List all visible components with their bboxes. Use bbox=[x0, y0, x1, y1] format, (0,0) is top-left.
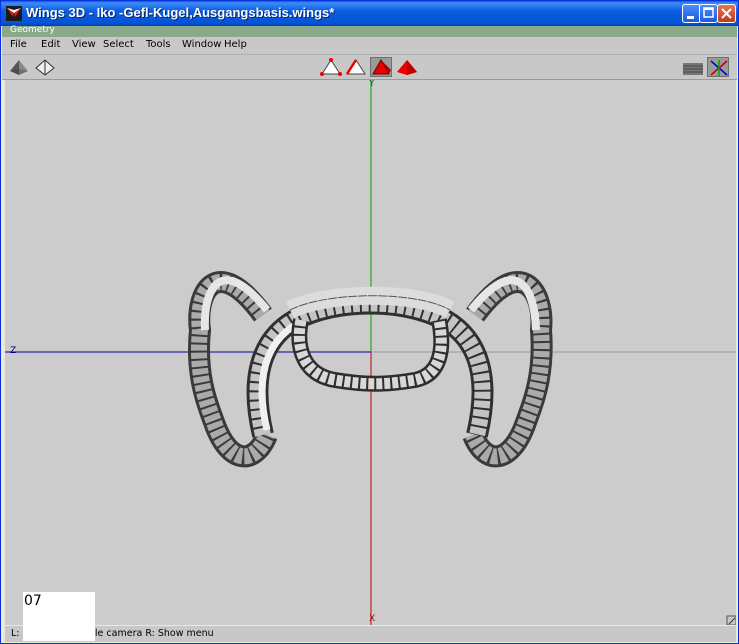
toolbar bbox=[2, 55, 737, 80]
status-bar: L: Select M: Tumble camera R: Show menu bbox=[5, 626, 736, 642]
smooth-shaded-icon[interactable] bbox=[8, 57, 30, 77]
scene-canvas[interactable]: Y Z X bbox=[5, 80, 736, 625]
menu-view[interactable]: View bbox=[72, 39, 96, 50]
frame-counter: 07 bbox=[24, 593, 42, 609]
maximize-icon bbox=[703, 7, 714, 18]
menu-bar: File Edit View Select Tools Window Help bbox=[2, 37, 737, 55]
vertex-mode-icon[interactable] bbox=[320, 57, 342, 77]
menu-file[interactable]: File bbox=[10, 39, 27, 50]
face-mode-icon[interactable] bbox=[370, 57, 392, 77]
mode-bar: Geometry bbox=[2, 25, 737, 37]
edge-mode-icon[interactable] bbox=[345, 57, 367, 77]
3d-viewport[interactable]: Y Z X bbox=[5, 80, 736, 625]
z-axis-label: Z bbox=[10, 346, 16, 356]
menu-help[interactable]: Help bbox=[224, 39, 247, 50]
mesh-model[interactable] bbox=[188, 271, 553, 468]
close-icon bbox=[721, 8, 732, 19]
menu-tools[interactable]: Tools bbox=[146, 39, 171, 50]
body-mode-icon[interactable] bbox=[396, 57, 418, 77]
wireframe-icon[interactable] bbox=[34, 57, 56, 77]
minimize-icon bbox=[687, 16, 694, 19]
window-title: Wings 3D - Iko -Gefl-Kugel,Ausgangsbasis… bbox=[26, 5, 335, 20]
maximize-button[interactable] bbox=[699, 4, 718, 23]
menu-edit[interactable]: Edit bbox=[41, 39, 60, 50]
close-button[interactable] bbox=[717, 4, 736, 23]
menu-window[interactable]: Window bbox=[182, 39, 221, 50]
show-axes-icon[interactable] bbox=[707, 57, 729, 77]
mode-label: Geometry bbox=[10, 25, 55, 35]
viewport-resize-grip[interactable] bbox=[726, 615, 736, 625]
x-axis-label: X bbox=[369, 614, 375, 624]
frame-counter-box: 07 bbox=[23, 592, 95, 641]
menu-select[interactable]: Select bbox=[103, 39, 134, 50]
y-axis-label: Y bbox=[368, 80, 375, 89]
title-bar[interactable]: Wings 3D - Iko -Gefl-Kugel,Ausgangsbasis… bbox=[1, 1, 738, 26]
app-window: Wings 3D - Iko -Gefl-Kugel,Ausgangsbasis… bbox=[0, 0, 739, 644]
ground-grid-icon[interactable] bbox=[682, 57, 704, 77]
wings3d-logo-icon bbox=[6, 6, 22, 21]
